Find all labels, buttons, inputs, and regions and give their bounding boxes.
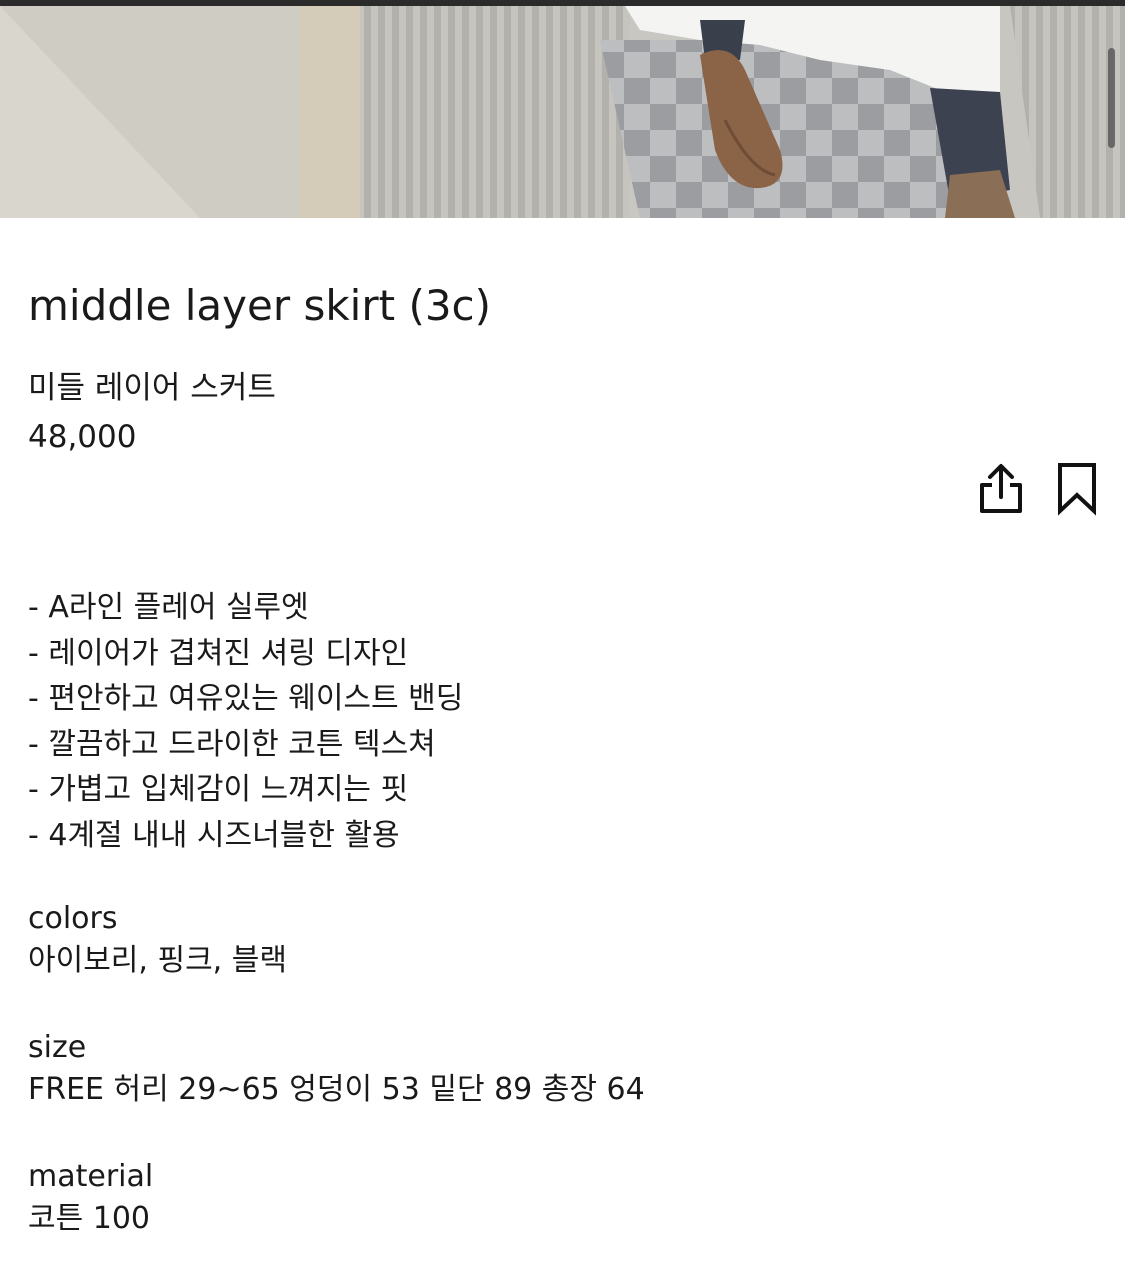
list-item: - 레이어가 겹쳐진 셔링 디자인 [28, 635, 409, 671]
bookmark-icon [1058, 463, 1096, 516]
material-value: 코튼 100 [28, 1201, 150, 1236]
product-price: 48,000 [28, 419, 137, 455]
material-label: material [28, 1159, 154, 1194]
list-item: - 가볍고 입체감이 느껴지는 핏 [28, 772, 409, 807]
size-section: size FREE 허리 29~65 엉덩이 53 밑단 89 총장 64 [28, 1027, 645, 1111]
product-actions [976, 461, 1102, 517]
material-section: material 코튼 100 [28, 1156, 153, 1240]
scrollbar-thumb[interactable] [1108, 48, 1115, 148]
size-label: size [28, 1030, 87, 1065]
list-item: - 편안하고 여유있는 웨이스트 밴딩 [28, 681, 464, 716]
list-item: - 4계절 내내 시즈너블한 활용 [28, 817, 400, 853]
feature-list: - A라인 플레어 실루엣 - 레이어가 겹쳐진 셔링 디자인 - 편안하고 여… [28, 585, 463, 858]
bookmark-button[interactable] [1052, 461, 1102, 517]
colors-value: 아이보리, 핑크, 블랙 [28, 943, 287, 978]
product-photo-image [0, 0, 1125, 218]
product-photo [0, 0, 1125, 218]
colors-label: colors [28, 901, 118, 936]
share-button[interactable] [976, 461, 1026, 517]
size-value: FREE 허리 29~65 엉덩이 53 밑단 89 총장 64 [28, 1072, 645, 1107]
colors-section: colors 아이보리, 핑크, 블랙 [28, 898, 287, 982]
product-subtitle: 미들 레이어 스커트 [28, 370, 276, 406]
share-icon [980, 464, 1022, 513]
product-title: middle layer skirt (3c) [28, 281, 492, 330]
list-item: - A라인 플레어 실루엣 [28, 590, 309, 625]
list-item: - 깔끔하고 드라이한 코튼 텍스쳐 [28, 726, 436, 762]
